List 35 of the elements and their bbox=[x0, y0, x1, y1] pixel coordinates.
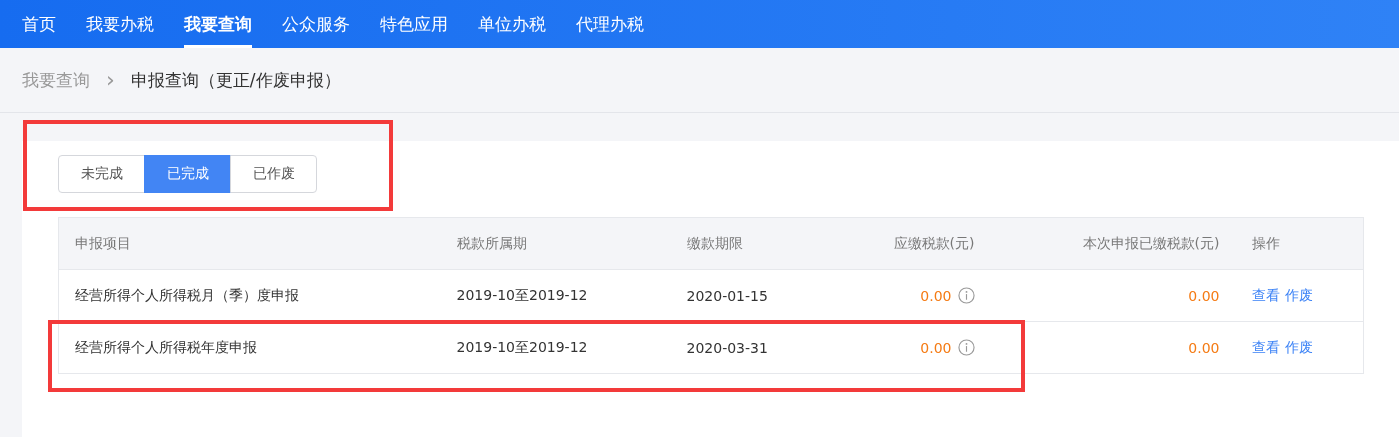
nav-tab[interactable]: 首页 bbox=[22, 0, 56, 48]
column-header: 申报项目 bbox=[75, 234, 131, 251]
column-header: 缴款期限 bbox=[686, 234, 743, 251]
column-header: 操作 bbox=[1251, 234, 1280, 251]
info-icon[interactable] bbox=[957, 287, 975, 304]
table-cell: 2020-03-31 bbox=[686, 339, 768, 356]
nav-tab[interactable]: 公众服务 bbox=[282, 0, 350, 48]
table-cell: 0.00 bbox=[920, 340, 952, 356]
table-cell: 2019-10至2019-12 bbox=[456, 286, 588, 303]
table-cell: 经营所得个人所得税月（季）度申报 bbox=[75, 286, 299, 303]
action-link[interactable]: 作废 bbox=[1284, 338, 1313, 355]
breadcrumb-current: 申报查询（更正/作废申报） bbox=[130, 68, 341, 92]
nav-tab[interactable]: 代理办税 bbox=[576, 0, 644, 48]
column-header: 应缴税款(元) bbox=[893, 234, 975, 251]
table-cell: 2019-10至2019-12 bbox=[456, 338, 588, 355]
action-link[interactable]: 查看 bbox=[1251, 286, 1280, 303]
action-link[interactable]: 查看 bbox=[1251, 338, 1280, 355]
status-tab[interactable]: 已完成 bbox=[144, 155, 231, 193]
table-cell: 2020-01-15 bbox=[686, 287, 768, 304]
info-icon[interactable] bbox=[957, 339, 975, 356]
table-cell: 0.00 bbox=[920, 288, 952, 304]
nav-tab[interactable]: 特色应用 bbox=[380, 0, 448, 48]
status-tab[interactable]: 未完成 bbox=[58, 155, 145, 193]
column-header: 税款所属期 bbox=[456, 234, 527, 251]
table-cell: 经营所得个人所得税年度申报 bbox=[75, 338, 257, 355]
status-tab[interactable]: 已作废 bbox=[230, 155, 317, 193]
column-header: 本次申报已缴税款(元) bbox=[1082, 234, 1220, 251]
table-cell: 0.00 bbox=[1188, 339, 1220, 356]
nav-tab[interactable]: 我要办税 bbox=[86, 0, 154, 48]
table-cell: 0.00 bbox=[1188, 287, 1220, 304]
nav-tab[interactable]: 我要查询 bbox=[184, 0, 252, 48]
action-link[interactable]: 作废 bbox=[1284, 286, 1313, 303]
chevron-icon: › bbox=[106, 69, 115, 91]
breadcrumb-link[interactable]: 我要查询 bbox=[22, 68, 90, 92]
nav-tab[interactable]: 单位办税 bbox=[478, 0, 546, 48]
